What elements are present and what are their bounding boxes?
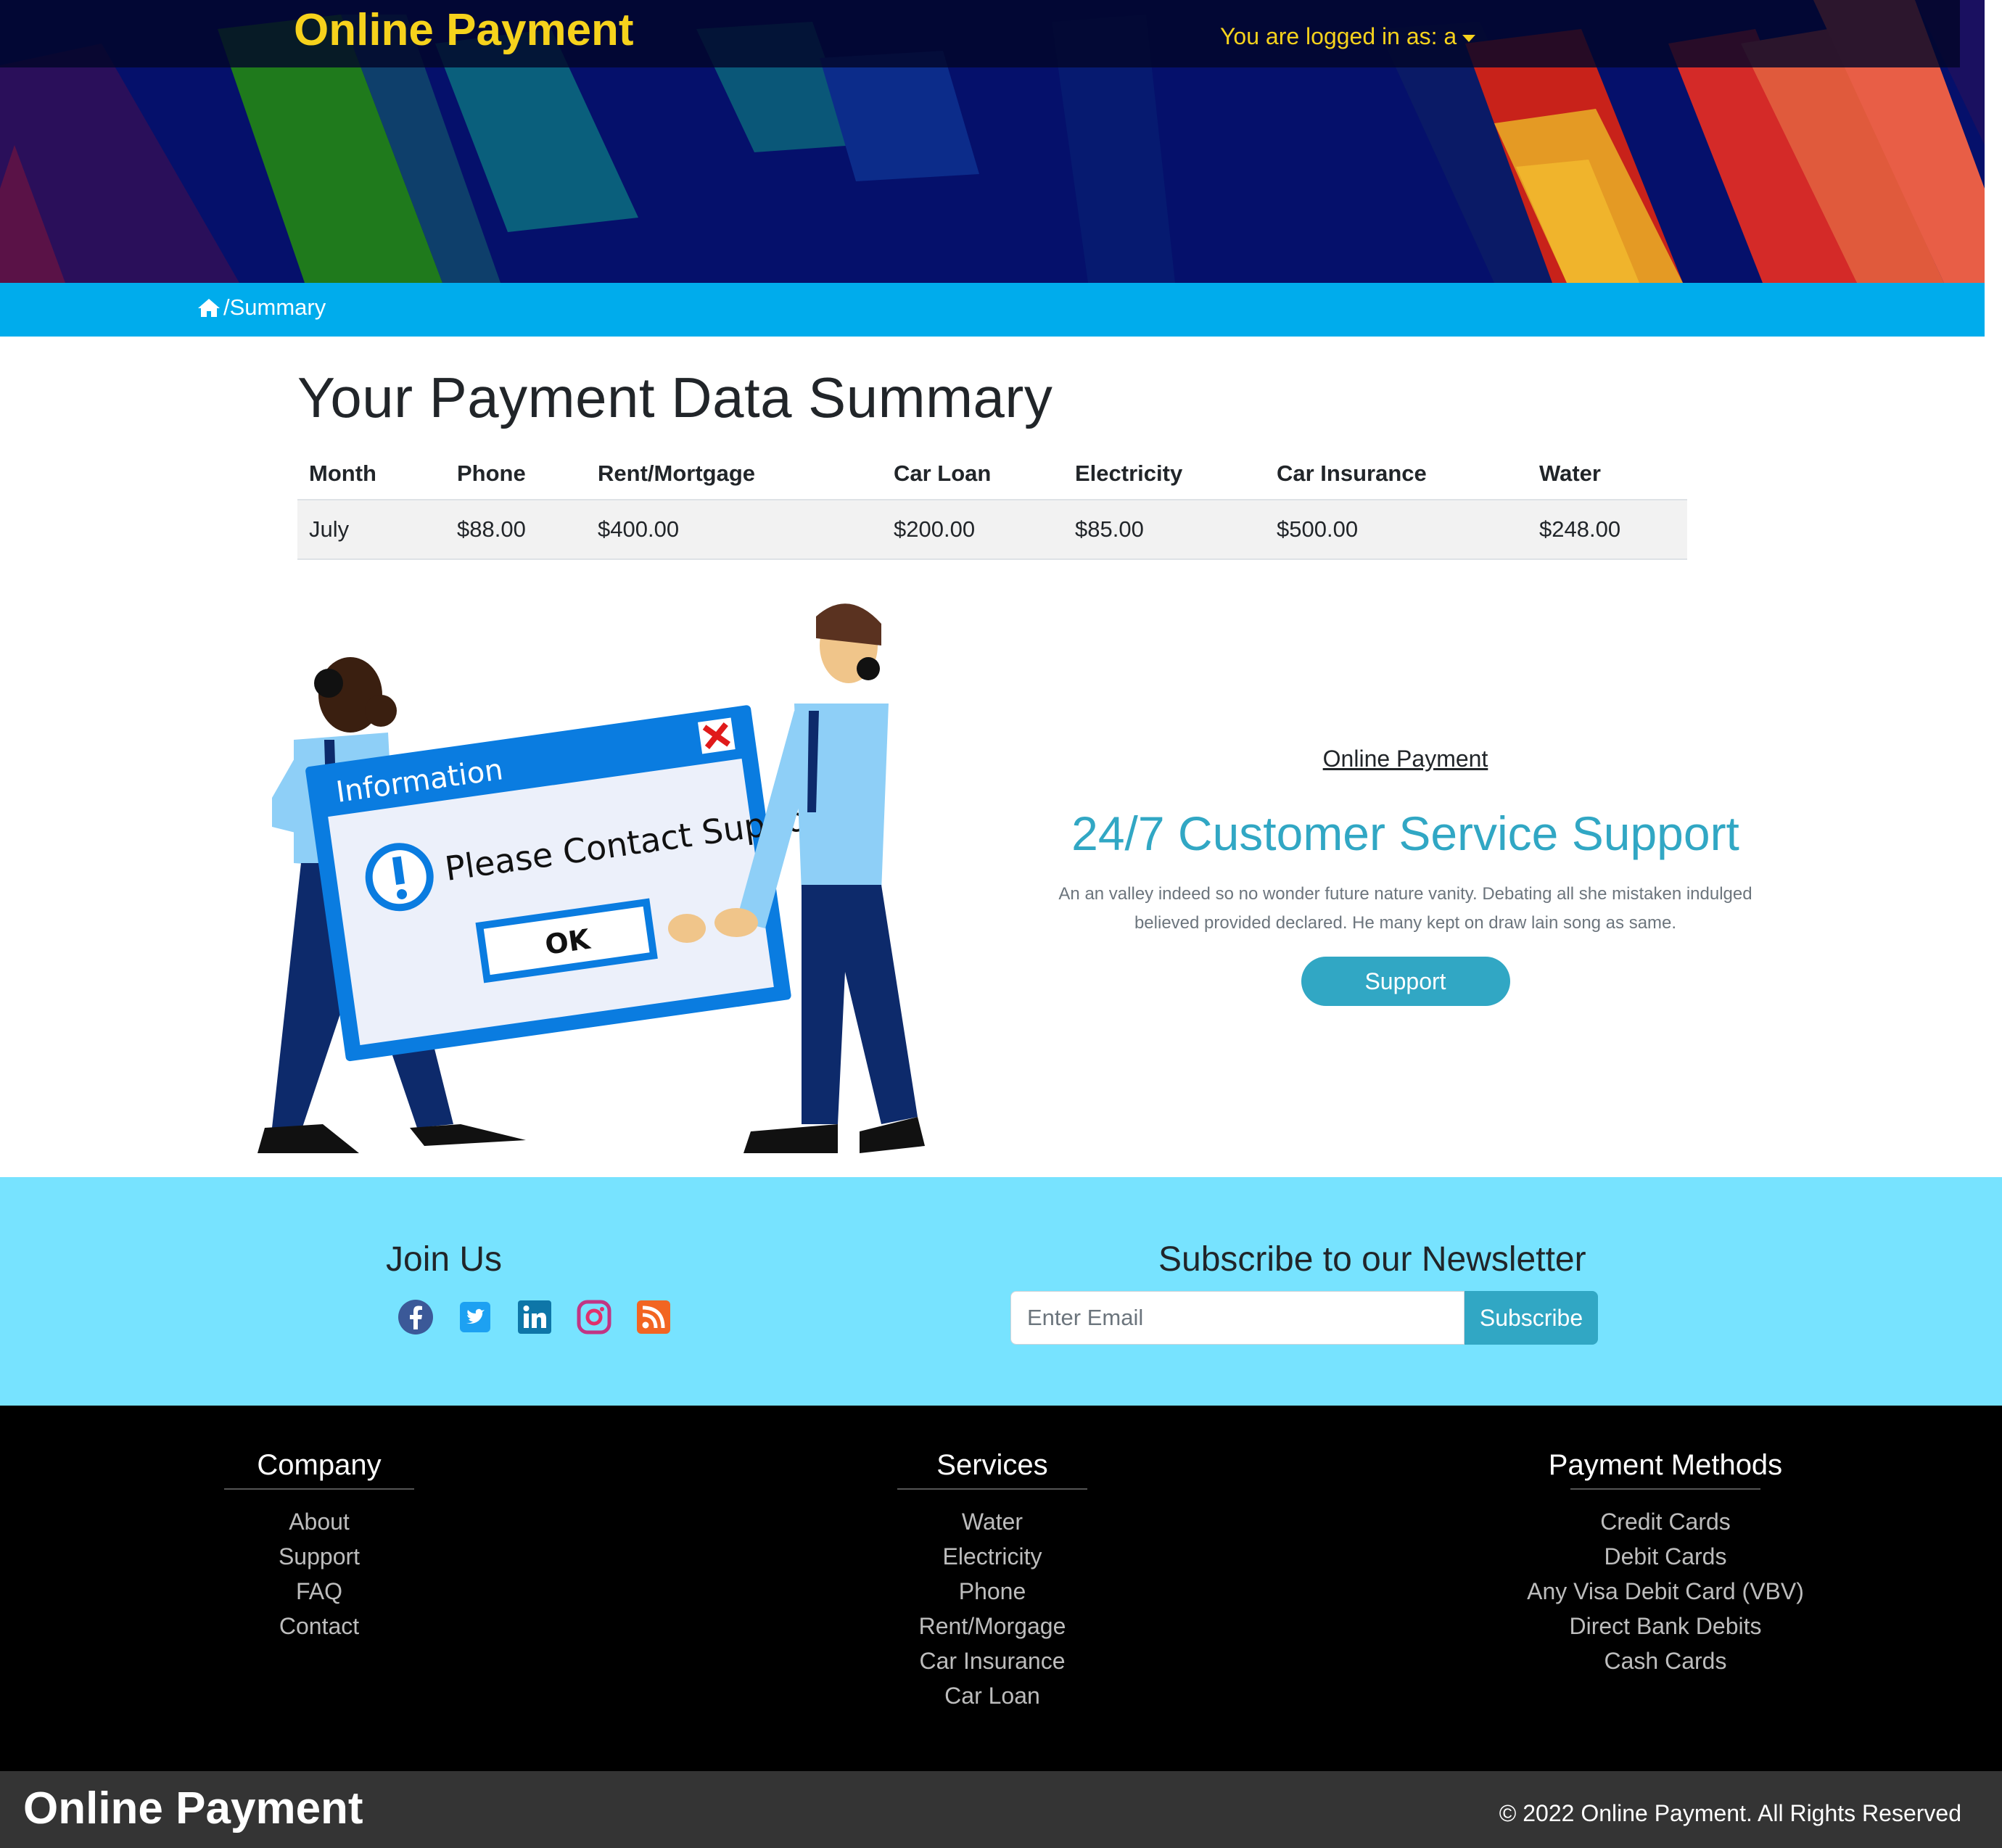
- footer-services: Services Water Electricity Phone Rent/Mo…: [804, 1443, 1181, 1713]
- footer-link-credit-cards[interactable]: Credit Cards: [1477, 1504, 1854, 1539]
- dialog-ok-button: OK: [543, 923, 593, 961]
- social-links: [397, 1299, 672, 1335]
- divider: [897, 1488, 1087, 1490]
- payment-summary-table: Month Phone Rent/Mortgage Car Loan Elect…: [297, 448, 1687, 560]
- cell-rent: $400.00: [586, 500, 882, 560]
- user-menu-dropdown[interactable]: You are logged in as: a: [1220, 19, 1476, 54]
- cell-car-insurance: $500.00: [1265, 500, 1528, 560]
- column-header-car-insurance: Car Insurance: [1265, 448, 1528, 500]
- page-title: Your Payment Data Summary: [297, 366, 1053, 429]
- footer-link-car-loan[interactable]: Car Loan: [804, 1678, 1181, 1713]
- top-navbar: Online Payment You are logged in as: a: [0, 0, 1960, 67]
- column-header-rent: Rent/Mortgage: [586, 448, 882, 500]
- support-button[interactable]: Support: [1301, 957, 1510, 1006]
- newsletter-band: Join Us Subscribe to our Newsletter Ente…: [0, 1177, 2002, 1406]
- cell-water: $248.00: [1528, 500, 1687, 560]
- cell-car-loan: $200.00: [882, 500, 1063, 560]
- cell-electricity: $85.00: [1063, 500, 1265, 560]
- rss-icon[interactable]: [635, 1299, 672, 1335]
- footer-link-car-insurance[interactable]: Car Insurance: [804, 1643, 1181, 1678]
- copyright-text: © 2022 Online Payment. All Rights Reserv…: [1499, 1800, 1961, 1826]
- footer-services-title: Services: [936, 1449, 1048, 1481]
- footer-payment-title: Payment Methods: [1548, 1449, 1783, 1481]
- home-icon[interactable]: [197, 297, 221, 318]
- subscribe-button[interactable]: Subscribe: [1465, 1291, 1598, 1345]
- bottom-brand[interactable]: Online Payment: [23, 1778, 363, 1839]
- linkedin-icon[interactable]: [516, 1299, 553, 1335]
- support-illustration: Information Please Contact Support OK: [258, 603, 925, 1153]
- cell-phone: $88.00: [445, 500, 586, 560]
- footer-link-bank-debits[interactable]: Direct Bank Debits: [1477, 1609, 1854, 1643]
- breadcrumb-current: /Summary: [223, 294, 326, 320]
- breadcrumb-bar: /Summary: [0, 283, 1985, 337]
- column-header-month: Month: [297, 448, 445, 500]
- bottom-bar: Online Payment © 2022 Online Payment. Al…: [0, 1771, 2002, 1848]
- headset-icon: [314, 669, 343, 698]
- footer-link-about[interactable]: About: [131, 1504, 508, 1539]
- support-kicker-link[interactable]: Online Payment: [1323, 746, 1488, 772]
- footer-link-phone[interactable]: Phone: [804, 1574, 1181, 1609]
- table-row: July $88.00 $400.00 $200.00 $85.00 $500.…: [297, 500, 1687, 560]
- brand-logo[interactable]: Online Payment: [294, 1, 634, 59]
- footer-link-rent[interactable]: Rent/Morgage: [804, 1609, 1181, 1643]
- footer-company: Company About Support FAQ Contact: [131, 1443, 508, 1643]
- email-input[interactable]: Enter Email: [1010, 1291, 1465, 1345]
- footer-link-cash-cards[interactable]: Cash Cards: [1477, 1643, 1854, 1678]
- footer-link-support[interactable]: Support: [131, 1539, 508, 1574]
- twitter-icon[interactable]: [457, 1299, 493, 1335]
- footer-link-water[interactable]: Water: [804, 1504, 1181, 1539]
- support-section: Online Payment 24/7 Customer Service Sup…: [1001, 733, 1810, 1006]
- newsletter-title: Subscribe to our Newsletter: [1158, 1240, 1586, 1279]
- footer-link-contact[interactable]: Contact: [131, 1609, 508, 1643]
- column-header-water: Water: [1528, 448, 1687, 500]
- footer-company-title: Company: [257, 1449, 382, 1481]
- join-us-title: Join Us: [386, 1240, 503, 1279]
- breadcrumb: /Summary: [197, 294, 326, 321]
- footer-link-visa-debit[interactable]: Any Visa Debit Card (VBV): [1477, 1574, 1854, 1609]
- divider: [1570, 1488, 1760, 1490]
- column-header-car-loan: Car Loan: [882, 448, 1063, 500]
- column-header-phone: Phone: [445, 448, 586, 500]
- column-header-electricity: Electricity: [1063, 448, 1265, 500]
- instagram-icon[interactable]: [576, 1299, 612, 1335]
- footer-link-debit-cards[interactable]: Debit Cards: [1477, 1539, 1854, 1574]
- newsletter-form: Enter Email Subscribe: [1010, 1291, 1598, 1345]
- support-description: An an valley indeed so no wonder future …: [1058, 884, 1752, 933]
- scrollbar-track[interactable]: [1985, 0, 2002, 337]
- support-title: 24/7 Customer Service Support: [1071, 807, 1739, 860]
- user-menu-label: You are logged in as: a: [1220, 23, 1457, 49]
- site-footer: Company About Support FAQ Contact Servic…: [0, 1406, 2002, 1771]
- hero-banner: Online Payment You are logged in as: a: [0, 0, 1985, 283]
- footer-link-electricity[interactable]: Electricity: [804, 1539, 1181, 1574]
- footer-link-faq[interactable]: FAQ: [131, 1574, 508, 1609]
- table-header-row: Month Phone Rent/Mortgage Car Loan Elect…: [297, 448, 1687, 500]
- facebook-icon[interactable]: [397, 1299, 434, 1335]
- footer-payment-methods: Payment Methods Credit Cards Debit Cards…: [1477, 1443, 1854, 1678]
- divider: [224, 1488, 414, 1490]
- caret-down-icon: [1462, 34, 1476, 42]
- cell-month: July: [297, 500, 445, 560]
